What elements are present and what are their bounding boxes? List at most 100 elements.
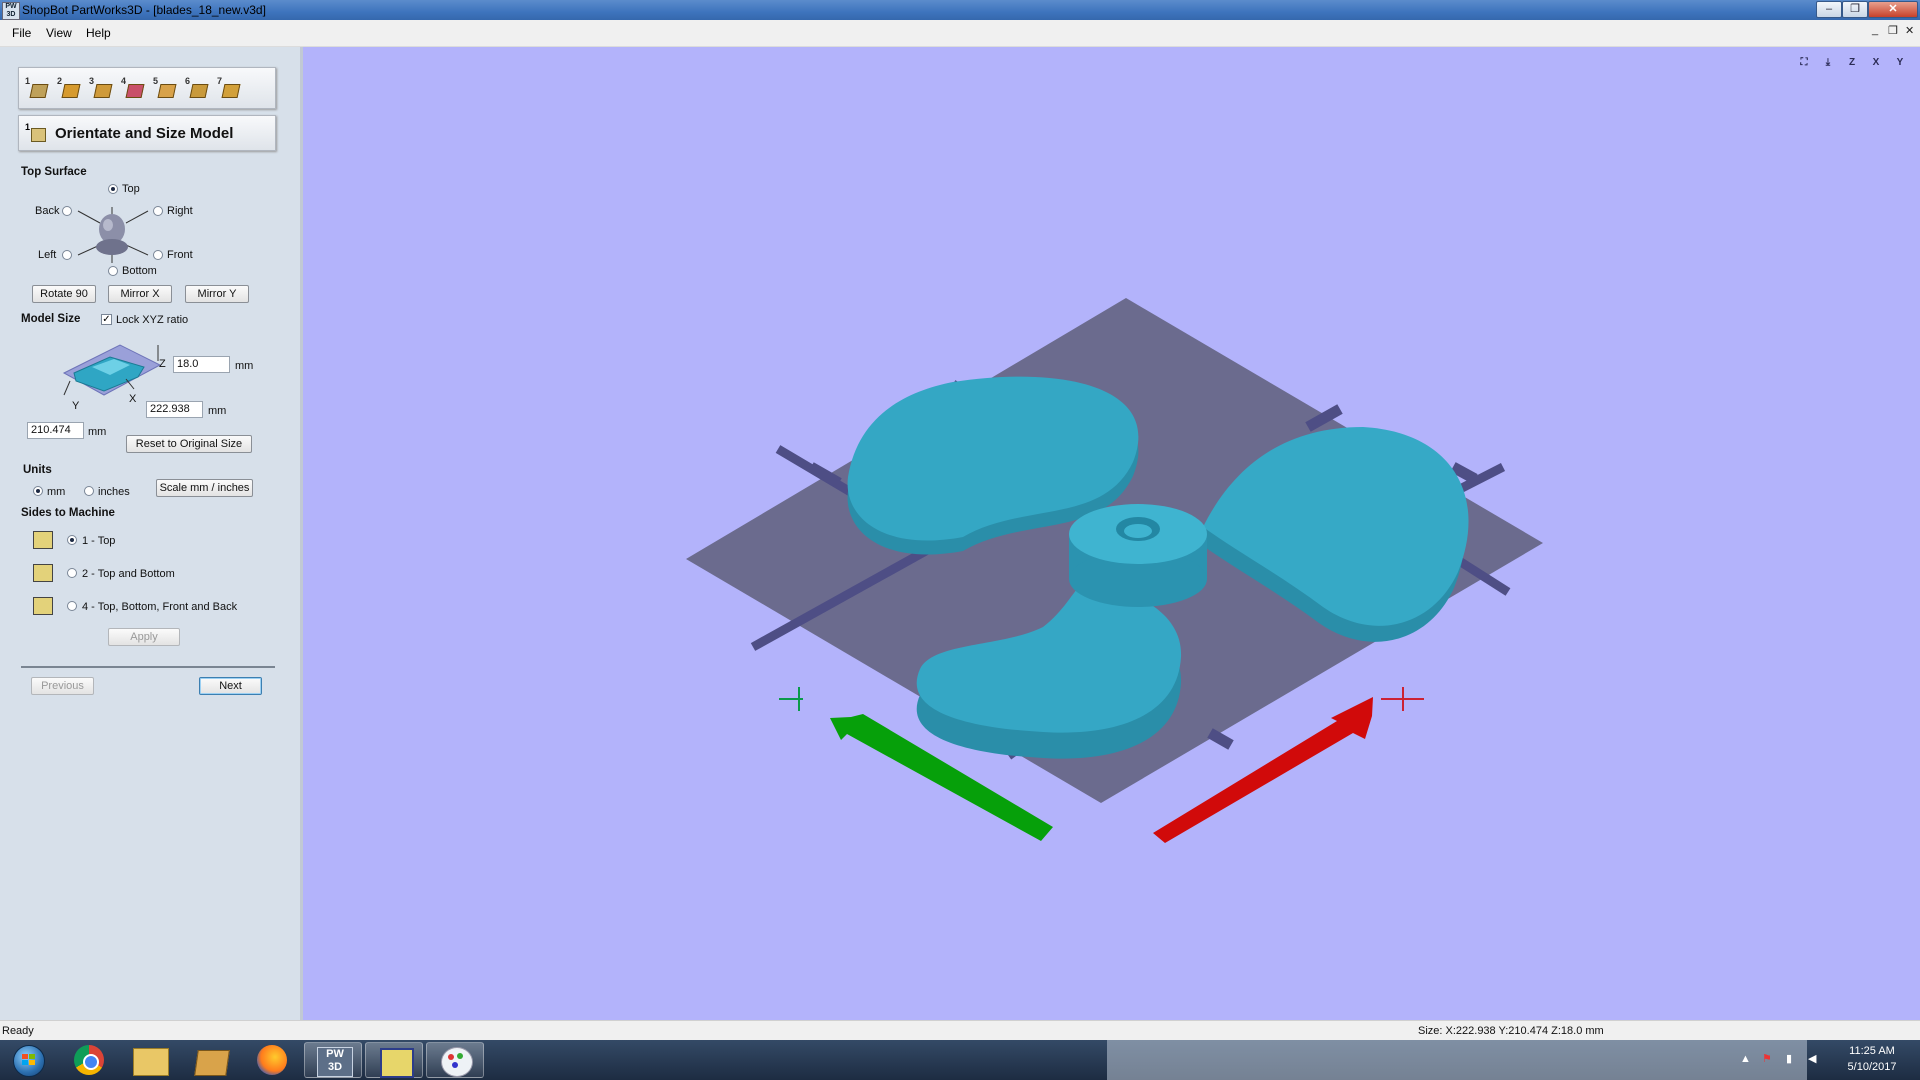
folder-taskbar-button[interactable] (182, 1042, 240, 1078)
orient-right-label: Right (167, 205, 193, 217)
taskbar: PW 3D ▲ ⚑ ▮ ◀ 11:25 AM 5/10/2017 (0, 1040, 1920, 1080)
sides-heading: Sides to Machine (21, 507, 115, 519)
paint-taskbar-button[interactable] (426, 1042, 484, 1078)
reset-size-button[interactable]: Reset to Original Size (126, 435, 252, 453)
size-x-unit: mm (208, 405, 227, 417)
step-3-icon[interactable]: 3 (89, 76, 113, 100)
step-title-bar: 1 Orientate and Size Model (18, 115, 276, 151)
model-size-readout: Size: X:222.938 Y:210.474 Z:18.0 mm (1418, 1025, 1604, 1037)
firefox-icon (257, 1045, 287, 1075)
show-hidden-icons[interactable]: ▲ (1740, 1053, 1751, 1065)
step-title-icon: 1 (25, 122, 46, 142)
mirror-x-button[interactable]: Mirror X (108, 285, 172, 303)
step-5-icon[interactable]: 5 (153, 76, 177, 100)
mdi-close-icon[interactable]: ✕ (1905, 24, 1914, 37)
explorer-icon (133, 1048, 169, 1076)
size-x-input[interactable]: 222.938 (146, 401, 203, 418)
lock-xyz-label: Lock XYZ ratio (116, 314, 189, 326)
clock-time[interactable]: 11:25 AM (1832, 1045, 1912, 1057)
maximize-button[interactable]: ❐ (1842, 1, 1868, 18)
step-6-icon[interactable]: 6 (185, 76, 209, 100)
mdi-restore-icon[interactable]: ❐ (1888, 24, 1898, 37)
action-center-icon[interactable]: ⚑ (1762, 1052, 1772, 1065)
chrome-taskbar-button[interactable] (60, 1042, 118, 1078)
minimize-button[interactable]: – (1816, 1, 1842, 18)
size-y-input[interactable]: 210.474 (27, 422, 84, 439)
status-text: Ready (2, 1025, 34, 1037)
partworks3d-taskbar-button[interactable]: PW 3D (304, 1042, 362, 1078)
network-icon[interactable]: ▮ (1786, 1052, 1792, 1065)
orient-left-label: Left (38, 249, 57, 261)
previous-button[interactable]: Previous (31, 677, 94, 695)
menu-file[interactable]: File (12, 26, 31, 40)
title-bar: PW 3D ShopBot PartWorks3D - [blades_18_n… (0, 0, 1920, 20)
axis-z-label: Z (159, 358, 166, 370)
units-heading: Units (23, 464, 52, 476)
next-button[interactable]: Next (199, 677, 262, 695)
panel-divider (21, 666, 275, 668)
units-mm-radio[interactable] (33, 486, 43, 496)
rotate-90-button[interactable]: Rotate 90 (32, 285, 96, 303)
menu-bar: File View Help _ ❐ ✕ (0, 20, 1920, 47)
step-2-icon[interactable]: 2 (57, 76, 81, 100)
explorer-taskbar-button[interactable] (121, 1042, 179, 1078)
step-4-icon[interactable]: 4 (121, 76, 145, 100)
model-size-car-icon (62, 344, 162, 396)
sides-1-label: 1 - Top (82, 535, 116, 547)
mdi-minimize-icon[interactable]: _ (1872, 24, 1878, 36)
sides-1-radio[interactable] (67, 535, 77, 545)
orient-back-label: Back (35, 205, 60, 217)
hub-bore-inner (1124, 524, 1152, 538)
volume-icon[interactable]: ◀ (1808, 1052, 1816, 1065)
orient-right-radio[interactable] (153, 206, 163, 216)
top-surface-heading: Top Surface (21, 166, 87, 178)
vectric-taskbar-button[interactable] (365, 1042, 423, 1078)
scale-units-button[interactable]: Scale mm / inches (156, 479, 253, 497)
model-size-heading: Model Size (21, 313, 81, 325)
orient-top-label: Top (122, 183, 140, 195)
units-mm-label: mm (47, 486, 66, 498)
origin-marker-red (1381, 687, 1424, 711)
sides-1-icon (33, 531, 53, 549)
orient-bottom-radio[interactable] (108, 266, 118, 276)
taskbar-thumbnail-area (1107, 1040, 1807, 1080)
mirror-y-button[interactable]: Mirror Y (185, 285, 249, 303)
folder-icon (194, 1050, 230, 1076)
origin-marker-green (779, 687, 803, 711)
sides-2-radio[interactable] (67, 568, 77, 578)
size-z-unit: mm (235, 360, 254, 372)
orientation-bust-icon (77, 207, 149, 263)
app-icon: PW 3D (2, 2, 20, 20)
clock-date[interactable]: 5/10/2017 (1832, 1061, 1912, 1073)
units-inches-radio[interactable] (84, 486, 94, 496)
window-title: ShopBot PartWorks3D - [blades_18_new.v3d… (22, 3, 266, 17)
step-1-icon[interactable]: 1 (25, 76, 49, 100)
sides-2-icon (33, 564, 53, 582)
partworks3d-icon: PW 3D (317, 1047, 353, 1077)
3d-viewport[interactable]: ⛶ ⤓ Z X Y (303, 47, 1920, 1020)
sides-4-icon (33, 597, 53, 615)
axis-x-label: X (129, 393, 137, 405)
orient-top-radio[interactable] (108, 184, 118, 194)
sides-4-label: 4 - Top, Bottom, Front and Back (82, 601, 238, 613)
status-bar: Ready Size: X:222.938 Y:210.474 Z:18.0 m… (0, 1020, 1920, 1041)
orient-back-radio[interactable] (62, 206, 72, 216)
vectric-icon (380, 1048, 414, 1078)
size-y-unit: mm (88, 426, 107, 438)
step-7-icon[interactable]: 7 (217, 76, 241, 100)
apply-button[interactable]: Apply (108, 628, 180, 646)
lock-xyz-checkbox[interactable]: ✓ (101, 314, 112, 325)
orient-left-radio[interactable] (62, 250, 72, 260)
orient-front-radio[interactable] (153, 250, 163, 260)
close-button[interactable]: ✕ (1868, 1, 1918, 18)
sides-2-label: 2 - Top and Bottom (82, 568, 175, 580)
size-z-input[interactable]: 18.0 (173, 356, 230, 373)
start-button[interactable] (5, 1042, 51, 1078)
orient-front-label: Front (167, 249, 193, 261)
menu-view[interactable]: View (46, 26, 72, 40)
firefox-taskbar-button[interactable] (243, 1042, 301, 1078)
sides-4-radio[interactable] (67, 601, 77, 611)
menu-help[interactable]: Help (86, 26, 111, 40)
wizard-panel: 1 2 3 4 5 6 7 1 Orientate and Size Model… (0, 47, 303, 1020)
step-title: Orientate and Size Model (55, 125, 234, 142)
